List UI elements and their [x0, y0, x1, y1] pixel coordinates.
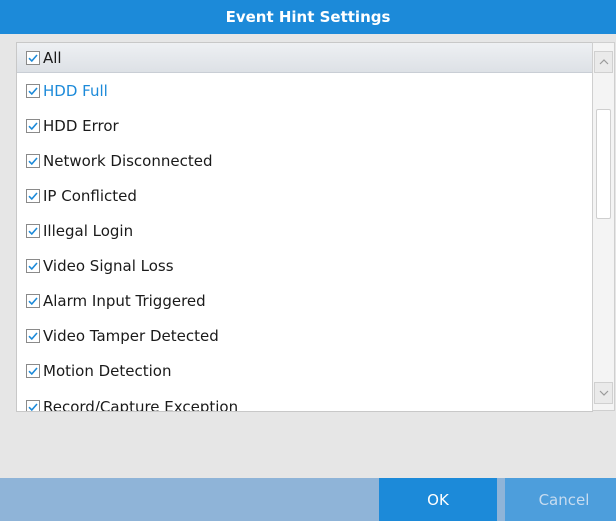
list-item-record-capture-exception[interactable]: Record/Capture Exception	[17, 389, 592, 412]
list-item-label: Motion Detection	[43, 361, 172, 380]
scroll-up-button[interactable]	[594, 51, 613, 73]
list-item-label: Video Tamper Detected	[43, 326, 219, 345]
list-item-illegal-login[interactable]: Illegal Login	[17, 213, 592, 248]
list-item-label: Alarm Input Triggered	[43, 291, 206, 310]
checkbox-illegal-login[interactable]	[26, 223, 40, 238]
list-item-label: IP Conflicted	[43, 186, 137, 205]
checkbox-motion-detection[interactable]	[26, 363, 40, 378]
list-item-label: Video Signal Loss	[43, 256, 174, 275]
chevron-up-icon	[599, 59, 608, 65]
list-item-label: All	[43, 48, 62, 67]
checkbox-record-capture-exception[interactable]	[26, 399, 40, 411]
list-item-alarm-input-triggered[interactable]: Alarm Input Triggered	[17, 283, 592, 318]
scrollbar-thumb[interactable]	[596, 109, 611, 219]
event-list: All HDD Full HDD Error Network Disconnec…	[16, 42, 593, 412]
list-scrollbar[interactable]	[592, 42, 615, 411]
checkbox-network-disconnected[interactable]	[26, 153, 40, 168]
checkbox-ip-conflicted[interactable]	[26, 188, 40, 203]
checkbox-video-signal-loss[interactable]	[26, 258, 40, 273]
cancel-button[interactable]: Cancel	[505, 478, 616, 521]
scroll-down-button[interactable]	[594, 382, 613, 404]
list-item-motion-detection[interactable]: Motion Detection	[17, 353, 592, 388]
checkbox-alarm-input-triggered[interactable]	[26, 293, 40, 308]
list-item-hdd-full[interactable]: HDD Full	[17, 73, 592, 108]
list-item-network-disconnected[interactable]: Network Disconnected	[17, 143, 592, 178]
checkbox-video-tamper-detected[interactable]	[26, 328, 40, 343]
list-item-label: HDD Full	[43, 81, 108, 100]
ok-button[interactable]: OK	[379, 478, 497, 521]
checkbox-hdd-error[interactable]	[26, 118, 40, 133]
checkbox-hdd-full[interactable]	[26, 83, 40, 98]
list-item-label: HDD Error	[43, 116, 119, 135]
list-item-label: Record/Capture Exception	[43, 397, 239, 412]
list-item-label: Illegal Login	[43, 221, 134, 240]
list-item-label: Network Disconnected	[43, 151, 213, 170]
chevron-down-icon	[599, 390, 608, 396]
list-item-ip-conflicted[interactable]: IP Conflicted	[17, 178, 592, 213]
dialog-title: Event Hint Settings	[0, 0, 616, 34]
list-item-hdd-error[interactable]: HDD Error	[17, 108, 592, 143]
list-item-video-tamper-detected[interactable]: Video Tamper Detected	[17, 318, 592, 353]
list-item-all[interactable]: All	[17, 43, 592, 73]
list-item-video-signal-loss[interactable]: Video Signal Loss	[17, 248, 592, 283]
checkbox-all[interactable]	[26, 50, 40, 65]
